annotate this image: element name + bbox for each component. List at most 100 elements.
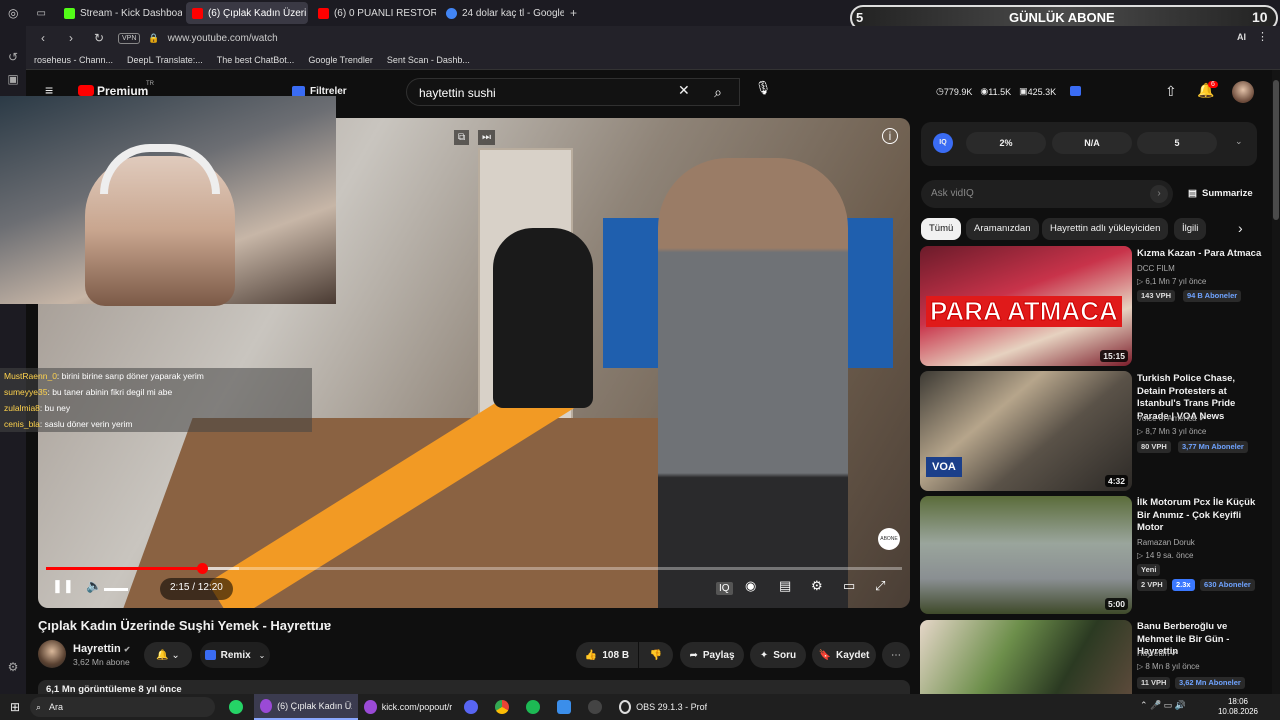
ask-vidiq-input[interactable]: Ask vidIQ [921, 180, 1173, 208]
vidiq-player-icon[interactable]: IQ [716, 582, 733, 595]
recommendation-title[interactable]: İlk Motorum Pcx İle Küçük Bir Anımız - Ç… [1137, 497, 1265, 535]
play-icon [588, 700, 602, 714]
vidiq-logo-icon[interactable]: IQ [933, 133, 953, 153]
save-button[interactable]: 🔖 Kaydet [812, 642, 876, 668]
theater-mode-icon[interactable]: ▭ [843, 578, 855, 594]
chevron-right-icon[interactable]: › [1238, 220, 1243, 236]
recommendation-channel[interactable]: DCC FILM [1137, 264, 1175, 273]
media-app[interactable] [582, 694, 613, 720]
url-field[interactable]: www.youtube.com/watch [168, 33, 278, 44]
chip-all[interactable]: Tümü [921, 218, 962, 240]
tab-kick-dashboard[interactable]: Stream - Kick Dashboard [58, 2, 182, 24]
verified-icon: ✔ [1171, 649, 1178, 658]
share-button[interactable]: ➦ Paylaş [680, 642, 744, 668]
clock[interactable]: 18:06 10.08.2026 [1218, 697, 1258, 717]
send-icon[interactable]: › [1150, 185, 1168, 203]
pause-icon[interactable]: ❚❚ [52, 578, 74, 594]
whatsapp-app[interactable] [223, 694, 254, 720]
bookmark-item[interactable]: Sent Scan - Dashb... [387, 55, 470, 65]
dislike-button[interactable]: 👎 [639, 642, 673, 668]
taskbar-search[interactable]: ⌕ Ara [30, 697, 215, 717]
next-icon[interactable]: ⏭ [478, 130, 495, 145]
page-scrollbar[interactable] [1272, 70, 1280, 694]
tab-youtube-restoran[interactable]: (6) 0 PUANLI RESTORANL [312, 2, 436, 24]
overlay-right-count: 10 [1252, 9, 1268, 25]
scrollbar-thumb[interactable] [1273, 80, 1279, 220]
subscription-bell-button[interactable]: 🔔 ⌄ [144, 642, 192, 668]
bookmark-item[interactable]: DeepL Translate:... [127, 55, 203, 65]
channel-avatar[interactable] [38, 640, 66, 668]
youtube-logo-country: TR [146, 81, 154, 87]
lock-icon: 🔒 [148, 32, 160, 43]
obs-icon [619, 700, 632, 714]
microphone-icon[interactable]: 🎙 [750, 80, 776, 104]
recommendation-thumbnail[interactable]: PARA ATMACA 15:15 [920, 246, 1132, 366]
chrome-icon [495, 700, 509, 714]
like-button[interactable]: 👍 108 B [576, 642, 638, 668]
recommendation-title[interactable]: Kızma Kazan - Para Atmaca [1137, 248, 1265, 261]
new-tab-button[interactable]: + [570, 6, 577, 20]
history-icon[interactable]: ↺ [0, 50, 26, 64]
tab-youtube-video[interactable]: (6) Çıplak Kadın Üzeri [185, 2, 308, 24]
info-icon[interactable]: i [882, 128, 898, 144]
settings-icon[interactable]: ⚙ [0, 660, 26, 674]
browser-menu-icon[interactable]: ◎ [8, 6, 18, 20]
video-progress-bar[interactable] [46, 563, 902, 574]
taskbar-window-browser[interactable]: (6) Çıplak Kadın Üz... [254, 694, 358, 720]
volume-slider[interactable] [104, 588, 128, 591]
ai-button[interactable]: AI [1237, 32, 1246, 42]
vidiq-icon[interactable] [1070, 86, 1082, 96]
more-actions-button[interactable]: ⋯ [882, 642, 910, 668]
vidiq-icon [204, 650, 216, 660]
recommendation-channel[interactable]: Hayrettin ✔ [1137, 649, 1178, 658]
volume-icon[interactable]: 🔈 [86, 578, 102, 594]
clear-search-icon[interactable]: ✕ [678, 82, 690, 99]
taskbar-window-kick[interactable]: kick.com/popout/r... [358, 694, 458, 720]
chevron-down-icon[interactable]: ⌄ [1235, 136, 1243, 147]
tab-overview-icon[interactable]: ▭ [36, 8, 45, 19]
start-button[interactable]: ⊞ [0, 694, 30, 720]
fullscreen-icon[interactable]: ⤢ [875, 578, 885, 594]
upload-icon[interactable]: ⇧ [1165, 83, 1177, 100]
user-avatar[interactable] [1232, 81, 1254, 103]
browser-menu-dots-icon[interactable]: ⋮ [1257, 30, 1268, 43]
wallet-icon[interactable]: ▣ [0, 72, 26, 86]
bookmark-item[interactable]: The best ChatBot... [217, 55, 295, 65]
description-box[interactable]: 6,1 Mn görüntüleme 8 yıl önce [38, 680, 910, 695]
chrome-app[interactable] [489, 694, 520, 720]
discord-app[interactable] [458, 694, 489, 720]
search-input[interactable]: haytettin sushi [406, 78, 740, 106]
vpn-badge[interactable]: VPN [118, 32, 141, 44]
chip-from-uploader[interactable]: Hayrettin adlı yükleyiciden [1042, 218, 1169, 240]
bookmark-item[interactable]: Google Trendler [308, 55, 373, 65]
recommendation-thumbnail[interactable] [920, 620, 1132, 694]
recommendation-thumbnail[interactable]: 5:00 [920, 496, 1132, 614]
channel-watermark[interactable]: ABONE OL [878, 528, 900, 550]
subtitles-icon[interactable]: ▤ [779, 578, 791, 594]
back-icon[interactable]: ‹ [34, 31, 52, 45]
recommendation-channel[interactable]: Ramazan Doruk [1137, 538, 1195, 547]
chip-from-search[interactable]: Aramanızdan [966, 218, 1039, 240]
tab-google-search[interactable]: 24 dolar kaç tl - Google'da [440, 2, 564, 24]
scrubber-handle[interactable] [196, 563, 208, 574]
autoplay-toggle-icon[interactable]: ◉ [745, 578, 756, 594]
taskbar-window-obs[interactable]: OBS 29.1.3 - Profil: ... [613, 694, 713, 720]
remix-button[interactable]: Remix ⌄ [200, 642, 270, 668]
channel-name[interactable]: Hayrettin ✔ [73, 643, 130, 655]
youtube-logo-icon[interactable] [78, 85, 94, 96]
summarize-button[interactable]: ▤ Summarize [1188, 188, 1253, 199]
search-icon[interactable]: ⌕ [700, 78, 736, 106]
chip-related[interactable]: İlgili [1174, 218, 1207, 240]
spotify-app[interactable] [520, 694, 551, 720]
store-app[interactable] [551, 694, 582, 720]
system-tray[interactable]: ⌃ 🎤 ▭ 🔊 [1140, 700, 1186, 711]
ask-button[interactable]: ✦ Soru [750, 642, 806, 668]
bookmark-item[interactable]: roseheus - Chann... [34, 55, 113, 65]
forward-icon[interactable]: › [62, 31, 80, 45]
reload-icon[interactable]: ↻ [90, 31, 108, 45]
settings-gear-icon[interactable]: ⚙ [811, 578, 823, 594]
recommendation-channel[interactable]: Voice of America ✔ [1137, 414, 1206, 423]
vph-badge: 11 VPH [1137, 677, 1171, 689]
recommendation-thumbnail[interactable]: VOA 4:32 [920, 371, 1132, 491]
miniplayer-icon[interactable]: ⧉ [454, 130, 470, 145]
